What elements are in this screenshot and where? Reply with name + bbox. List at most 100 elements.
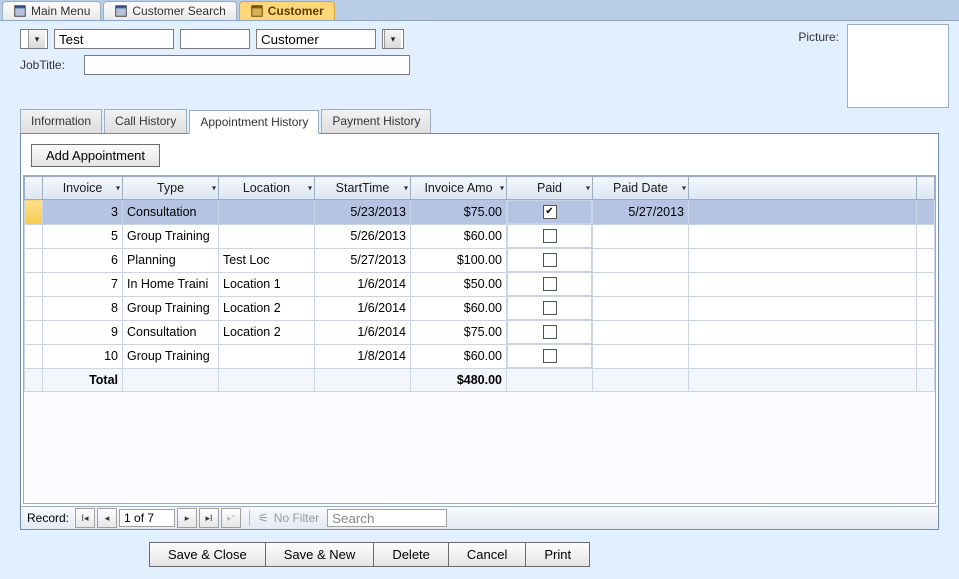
col-header-starttime[interactable]: StartTime▾ bbox=[315, 177, 411, 200]
col-header-paid-date[interactable]: Paid Date▾ bbox=[593, 177, 689, 200]
picture-box[interactable] bbox=[847, 24, 949, 108]
cell-paid[interactable] bbox=[507, 224, 592, 248]
row-selector[interactable] bbox=[25, 248, 43, 272]
cell-paiddate[interactable] bbox=[593, 320, 689, 344]
middle-input[interactable] bbox=[180, 29, 250, 49]
checkbox-icon[interactable] bbox=[543, 301, 557, 315]
tab-information[interactable]: Information bbox=[20, 109, 102, 133]
window-tab-main-menu[interactable]: Main Menu bbox=[2, 1, 101, 20]
cell-location[interactable]: Location 2 bbox=[219, 320, 315, 344]
record-search-input[interactable] bbox=[327, 509, 447, 527]
col-header-paid[interactable]: Paid▾ bbox=[507, 177, 593, 200]
delete-button[interactable]: Delete bbox=[373, 542, 449, 567]
column-filter-icon[interactable]: ▾ bbox=[404, 184, 408, 193]
window-tab-customer[interactable]: Customer bbox=[239, 1, 335, 20]
cell-invoice[interactable]: 3 bbox=[43, 200, 123, 225]
jobtitle-input[interactable] bbox=[84, 55, 410, 75]
cell-paiddate[interactable] bbox=[593, 296, 689, 320]
column-filter-icon[interactable]: ▾ bbox=[116, 184, 120, 193]
cell-starttime[interactable]: 5/23/2013 bbox=[315, 200, 411, 225]
table-row[interactable]: 7 In Home Traini Location 1 1/6/2014 $50… bbox=[25, 272, 935, 296]
cell-paid[interactable]: ✔ bbox=[507, 200, 592, 224]
checkbox-icon[interactable]: ✔ bbox=[543, 205, 557, 219]
tab-payment-history[interactable]: Payment History bbox=[321, 109, 431, 133]
table-row[interactable]: 5 Group Training 5/26/2013 $60.00 bbox=[25, 224, 935, 248]
cell-paid[interactable] bbox=[507, 248, 592, 272]
column-filter-icon[interactable]: ▾ bbox=[212, 184, 216, 193]
cell-paid[interactable] bbox=[507, 344, 592, 368]
cell-location[interactable] bbox=[219, 200, 315, 225]
checkbox-icon[interactable] bbox=[543, 325, 557, 339]
row-selector[interactable] bbox=[25, 224, 43, 248]
cell-invoice[interactable]: 9 bbox=[43, 320, 123, 344]
last-name-input[interactable] bbox=[256, 29, 376, 49]
cell-type[interactable]: Planning bbox=[123, 248, 219, 272]
save-close-button[interactable]: Save & Close bbox=[149, 542, 266, 567]
tab-appointment-history[interactable]: Appointment History bbox=[189, 110, 319, 134]
cell-amount[interactable]: $75.00 bbox=[411, 200, 507, 225]
cell-starttime[interactable]: 1/6/2014 bbox=[315, 272, 411, 296]
row-selector[interactable] bbox=[25, 320, 43, 344]
cell-type[interactable]: Consultation bbox=[123, 320, 219, 344]
cell-invoice[interactable]: 6 bbox=[43, 248, 123, 272]
col-header-invoice-amo[interactable]: Invoice Amo▾ bbox=[411, 177, 507, 200]
cell-invoice[interactable]: 5 bbox=[43, 224, 123, 248]
cell-amount[interactable]: $60.00 bbox=[411, 224, 507, 248]
cell-amount[interactable]: $60.00 bbox=[411, 296, 507, 320]
cell-starttime[interactable]: 1/6/2014 bbox=[315, 296, 411, 320]
column-filter-icon[interactable]: ▾ bbox=[586, 184, 590, 193]
appointment-grid[interactable]: Invoice▾Type▾Location▾StartTime▾Invoice … bbox=[24, 176, 935, 392]
cell-paiddate[interactable]: 5/27/2013 bbox=[593, 200, 689, 225]
tab-call-history[interactable]: Call History bbox=[104, 109, 187, 133]
cell-location[interactable]: Location 2 bbox=[219, 296, 315, 320]
cell-paid[interactable] bbox=[507, 320, 592, 344]
table-row[interactable]: 9 Consultation Location 2 1/6/2014 $75.0… bbox=[25, 320, 935, 344]
table-row[interactable]: 3 Consultation 5/23/2013 $75.00 ✔ 5/27/2… bbox=[25, 200, 935, 225]
cell-type[interactable]: In Home Traini bbox=[123, 272, 219, 296]
first-name-input[interactable] bbox=[54, 29, 174, 49]
row-selector[interactable] bbox=[25, 272, 43, 296]
cell-type[interactable]: Group Training bbox=[123, 344, 219, 369]
title-combo[interactable]: ▾ bbox=[20, 29, 48, 49]
cell-starttime[interactable]: 1/8/2014 bbox=[315, 344, 411, 369]
checkbox-icon[interactable] bbox=[543, 349, 557, 363]
cell-amount[interactable]: $100.00 bbox=[411, 248, 507, 272]
cell-location[interactable] bbox=[219, 344, 315, 369]
cell-type[interactable]: Group Training bbox=[123, 296, 219, 320]
col-header-type[interactable]: Type▾ bbox=[123, 177, 219, 200]
row-selector[interactable] bbox=[25, 296, 43, 320]
cell-type[interactable]: Consultation bbox=[123, 200, 219, 225]
column-filter-icon[interactable]: ▾ bbox=[308, 184, 312, 193]
cell-starttime[interactable]: 5/26/2013 bbox=[315, 224, 411, 248]
cell-amount[interactable]: $75.00 bbox=[411, 320, 507, 344]
cell-amount[interactable]: $50.00 bbox=[411, 272, 507, 296]
nav-last-button[interactable]: ▸I bbox=[199, 508, 219, 528]
add-appointment-button[interactable]: Add Appointment bbox=[31, 144, 160, 167]
nav-prev-button[interactable]: ◂ bbox=[97, 508, 117, 528]
select-all-corner[interactable] bbox=[25, 177, 43, 200]
nav-first-button[interactable]: I◂ bbox=[75, 508, 95, 528]
cell-type[interactable]: Group Training bbox=[123, 224, 219, 248]
row-selector[interactable] bbox=[25, 344, 43, 369]
cell-paiddate[interactable] bbox=[593, 344, 689, 369]
cell-amount[interactable]: $60.00 bbox=[411, 344, 507, 369]
cell-location[interactable]: Test Loc bbox=[219, 248, 315, 272]
cell-starttime[interactable]: 1/6/2014 bbox=[315, 320, 411, 344]
column-filter-icon[interactable]: ▾ bbox=[500, 184, 504, 193]
cell-paid[interactable] bbox=[507, 296, 592, 320]
cell-invoice[interactable]: 10 bbox=[43, 344, 123, 369]
cell-paiddate[interactable] bbox=[593, 272, 689, 296]
cell-invoice[interactable]: 7 bbox=[43, 272, 123, 296]
table-row[interactable]: 8 Group Training Location 2 1/6/2014 $60… bbox=[25, 296, 935, 320]
row-selector[interactable] bbox=[25, 200, 43, 225]
nav-new-button[interactable]: ▸* bbox=[221, 508, 241, 528]
cell-paid[interactable] bbox=[507, 272, 592, 296]
cell-paiddate[interactable] bbox=[593, 248, 689, 272]
cell-invoice[interactable]: 8 bbox=[43, 296, 123, 320]
nav-next-button[interactable]: ▸ bbox=[177, 508, 197, 528]
record-position-input[interactable] bbox=[119, 509, 175, 527]
table-row[interactable]: 6 Planning Test Loc 5/27/2013 $100.00 bbox=[25, 248, 935, 272]
suffix-combo[interactable]: ▾ bbox=[382, 29, 404, 49]
col-header-location[interactable]: Location▾ bbox=[219, 177, 315, 200]
checkbox-icon[interactable] bbox=[543, 277, 557, 291]
